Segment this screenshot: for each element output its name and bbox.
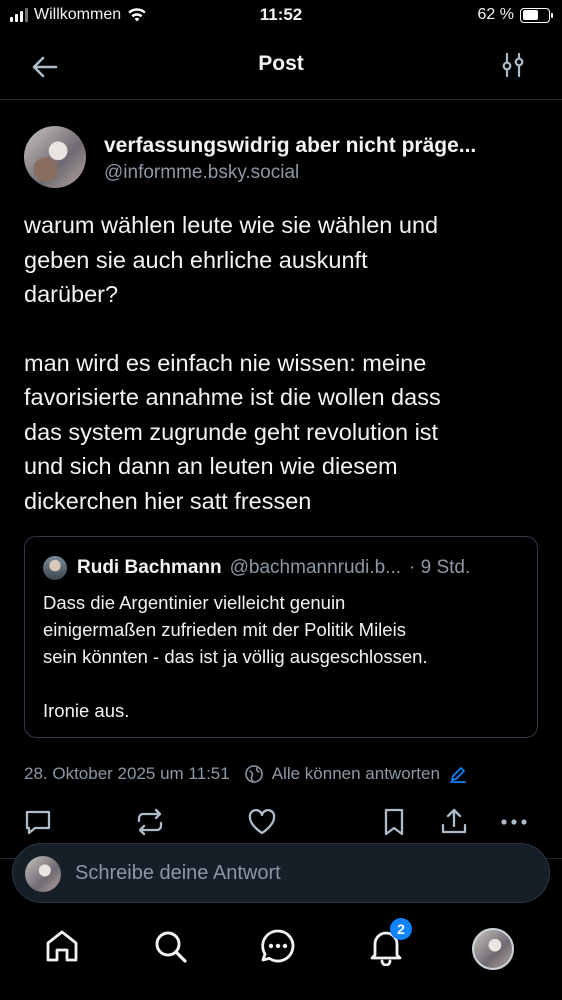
- avatar: [25, 856, 61, 892]
- battery-icon: [520, 7, 553, 23]
- post-actions: [0, 806, 562, 840]
- reply-composer[interactable]: Schreibe deine Antwort: [12, 843, 550, 903]
- chat-icon[interactable]: [258, 926, 298, 966]
- post-paragraph: warum wählen leute wie sie wählen und ge…: [24, 212, 439, 307]
- post-body: warum wählen leute wie sie wählen und ge…: [24, 208, 538, 518]
- notification-badge: 2: [390, 918, 412, 940]
- reply-icon[interactable]: [22, 806, 54, 838]
- top-header: Post: [0, 36, 562, 100]
- pencil-icon[interactable]: [448, 764, 468, 784]
- quote-time: · 9 Std.: [409, 557, 471, 578]
- quote-avatar: [43, 556, 67, 580]
- status-bar: Willkommen 11:52 62 %: [0, 0, 562, 32]
- status-right: 62 %: [477, 6, 553, 24]
- quote-header: Rudi Bachmann @bachmannrudi.b... · 9 Std…: [43, 555, 523, 581]
- sliders-icon[interactable]: [498, 50, 528, 80]
- post-paragraph: man wird es einfach nie wissen: meine fa…: [24, 349, 441, 514]
- post-date: 28. Oktober 2025 um 11:51: [24, 764, 230, 783]
- page-title: Post: [258, 52, 304, 75]
- bookmark-icon[interactable]: [378, 806, 410, 838]
- reply-setting-label[interactable]: Alle können antworten: [272, 764, 440, 784]
- quoted-post[interactable]: Rudi Bachmann @bachmannrudi.b... · 9 Std…: [24, 536, 538, 738]
- repost-icon[interactable]: [134, 806, 166, 838]
- quote-paragraph: Ironie aus.: [43, 700, 130, 721]
- profile-avatar[interactable]: [472, 928, 514, 970]
- reply-input-placeholder[interactable]: Schreibe deine Antwort: [75, 862, 281, 885]
- home-icon[interactable]: [42, 926, 82, 966]
- like-icon[interactable]: [246, 806, 278, 838]
- more-icon[interactable]: [498, 806, 530, 838]
- quote-author-name: Rudi Bachmann: [77, 557, 222, 578]
- author-name[interactable]: verfassungswidrig aber nicht präge...: [104, 134, 544, 158]
- battery-percent: 62 %: [477, 6, 514, 23]
- author-handle[interactable]: @informme.bsky.social: [104, 162, 299, 184]
- post-author[interactable]: verfassungswidrig aber nicht präge... @i…: [24, 126, 544, 190]
- post-meta: 28. Oktober 2025 um 11:51 Alle können an…: [24, 762, 544, 786]
- search-icon[interactable]: [150, 926, 190, 966]
- quote-author-handle: @bachmannrudi.b...: [229, 557, 402, 578]
- reply-settings-icon[interactable]: [244, 764, 264, 784]
- share-icon[interactable]: [438, 806, 470, 838]
- quote-paragraph: Dass die Argentinier vielleicht genuin e…: [43, 592, 428, 667]
- avatar[interactable]: [24, 126, 86, 188]
- quote-body: Dass die Argentinier vielleicht genuin e…: [43, 589, 523, 724]
